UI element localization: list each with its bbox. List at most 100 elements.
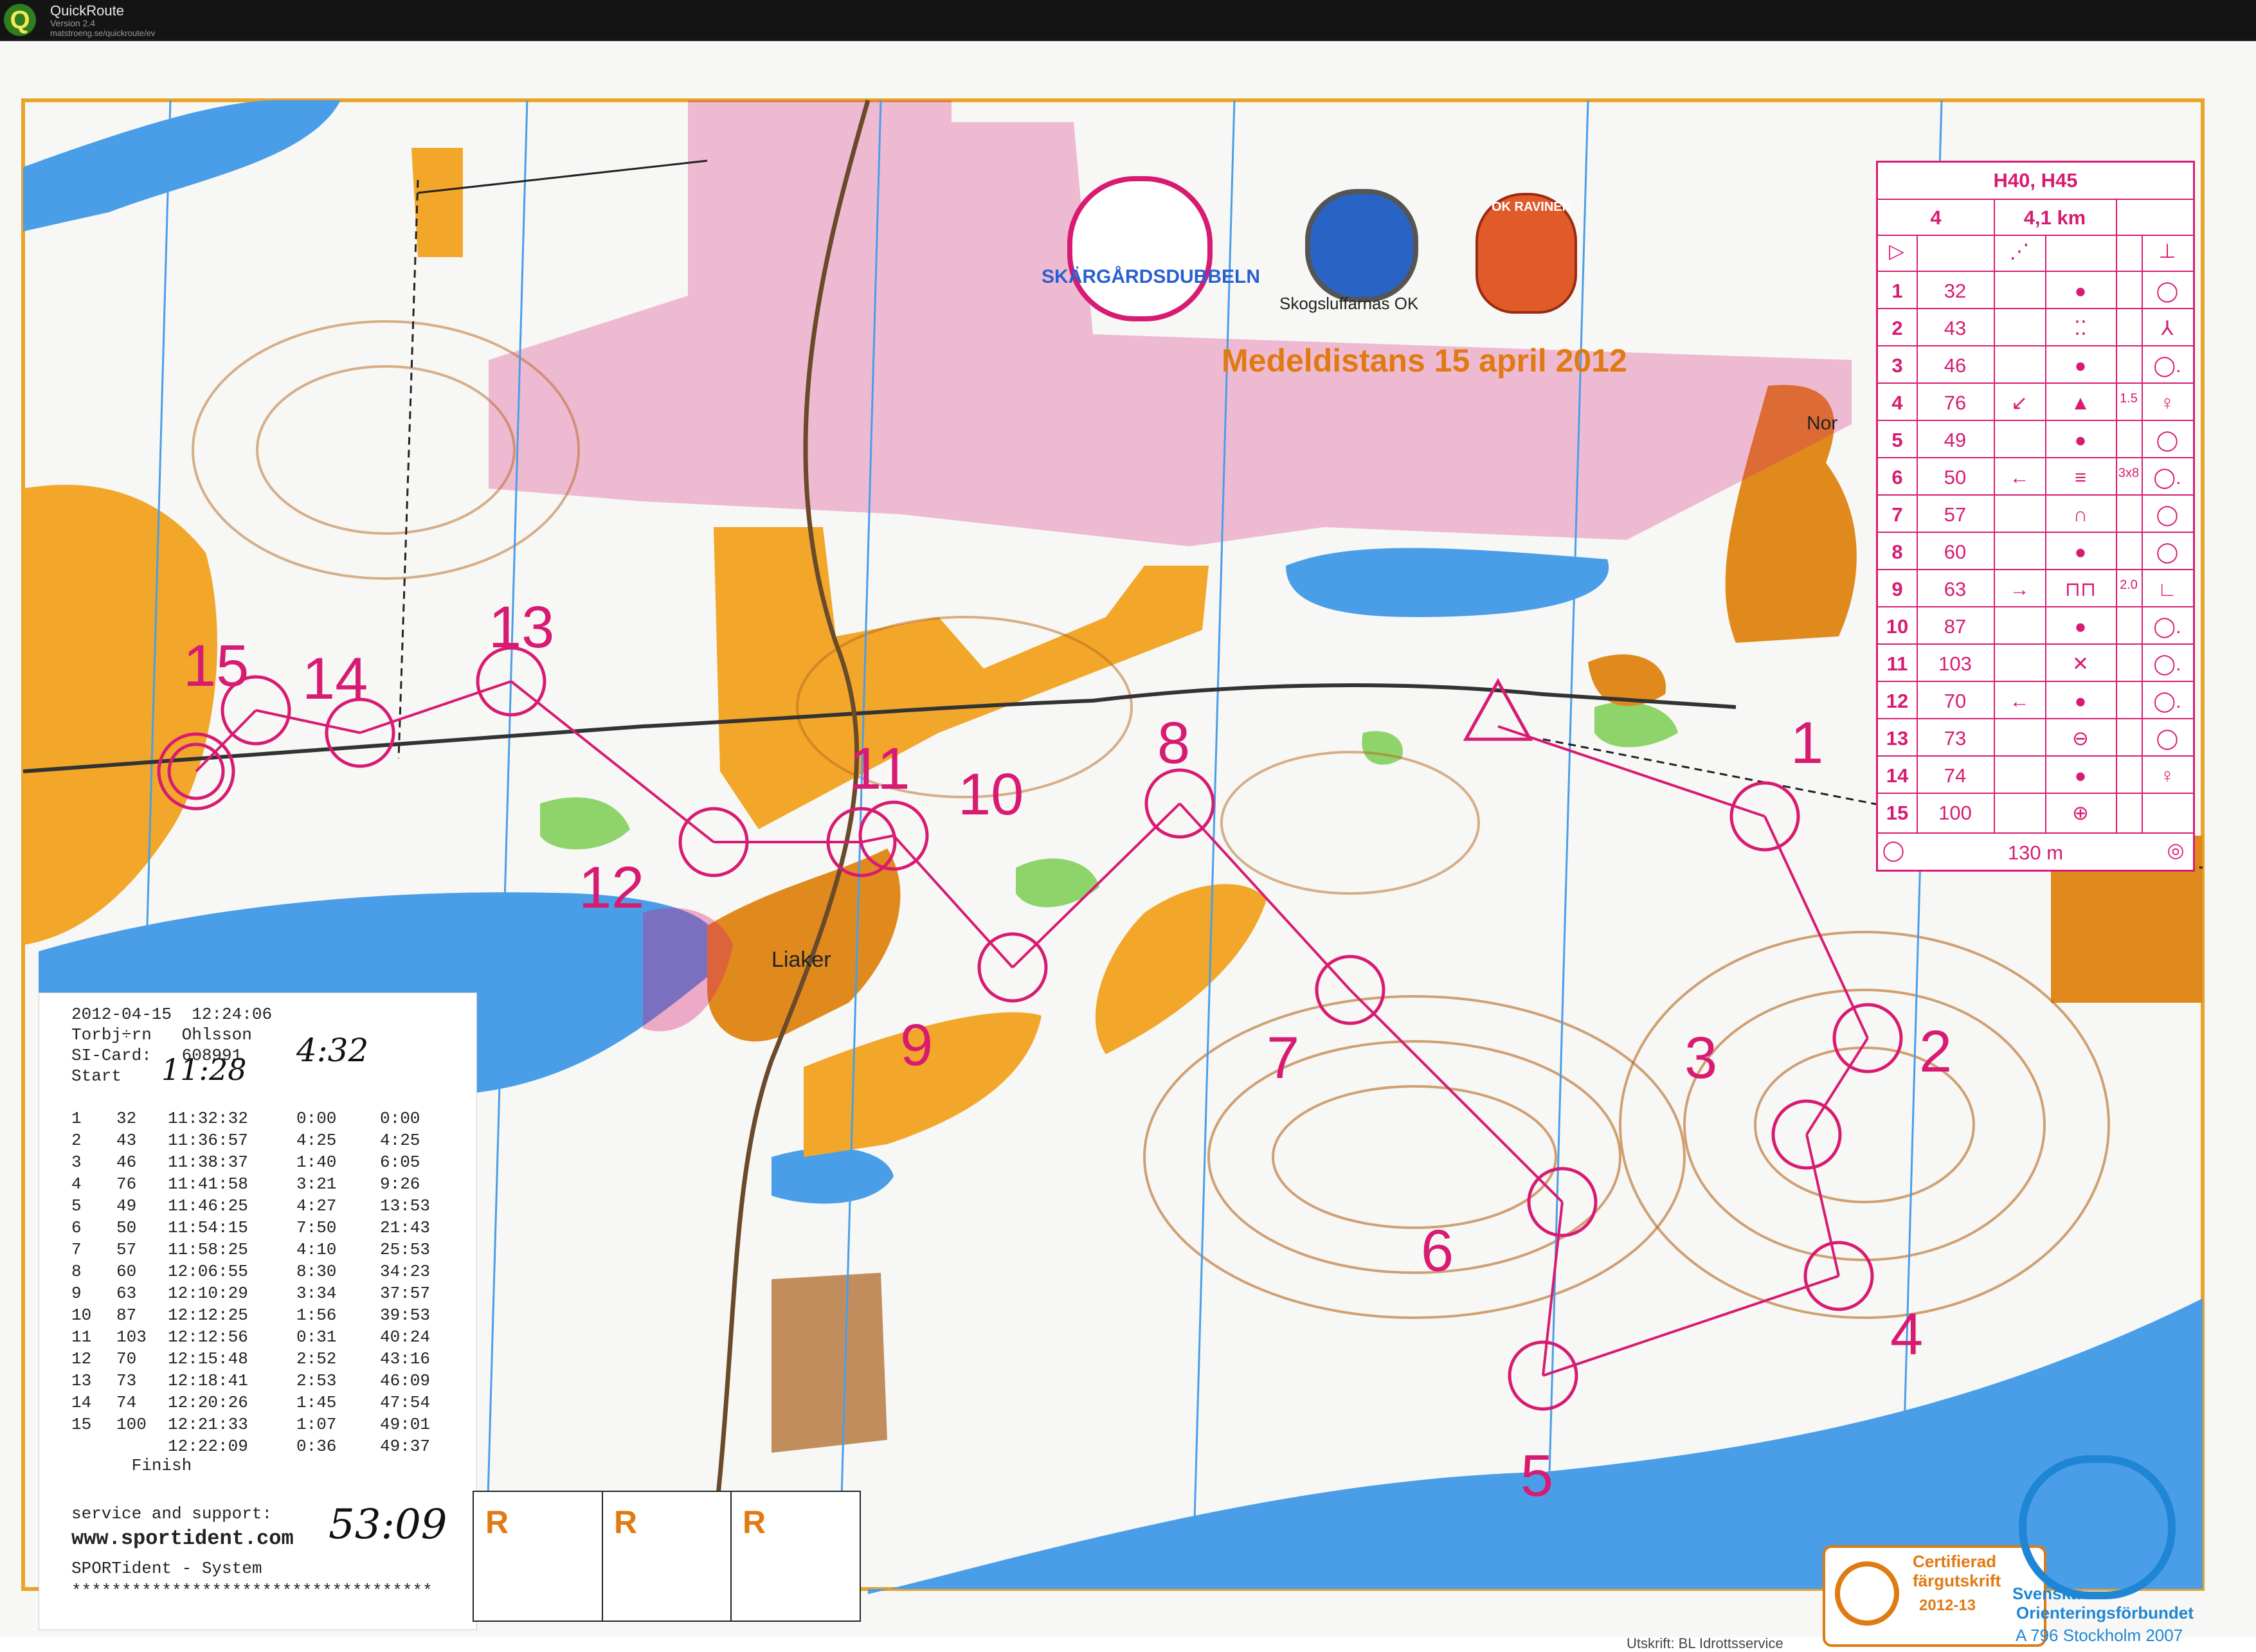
printout-split-code: 70 bbox=[116, 1349, 137, 1369]
desc-row: 12 70 ← ● ◯. bbox=[1878, 681, 2193, 719]
control-number-15: 15 bbox=[183, 633, 249, 699]
control-number-11: 11 bbox=[849, 736, 910, 802]
place-name-liaker: Liaker bbox=[772, 947, 831, 972]
printout-split-time: 12:12:56 bbox=[168, 1327, 248, 1347]
desc-feature-icon: ● bbox=[2074, 615, 2087, 638]
printout-finish-cum: 49:37 bbox=[380, 1437, 431, 1456]
printout-date-time: 2012-04-15 12:24:06 bbox=[71, 1005, 273, 1024]
desc-direction-icon: ← bbox=[2009, 466, 2030, 489]
printout-split-number: 2 bbox=[71, 1131, 82, 1150]
desc-control-number: 9 bbox=[1891, 578, 1903, 600]
desc-location-icon: ♀ bbox=[2160, 391, 2175, 414]
printout-split-cumulative: 6:05 bbox=[380, 1153, 420, 1172]
printout-split-cumulative: 34:23 bbox=[380, 1262, 431, 1281]
desc-control-code: 50 bbox=[1944, 466, 1967, 489]
desc-control-number: 11 bbox=[1886, 652, 1908, 675]
desc-dimension: 3x8 bbox=[2118, 466, 2140, 480]
desc-feature-icon: ✕ bbox=[2072, 652, 2089, 675]
desc-feature-icon: ▲ bbox=[2070, 391, 2091, 414]
sportident-printout: 2012-04-15 12:24:06 Torbj÷rn Ohlsson SI-… bbox=[39, 992, 477, 1630]
printout-split-code: 50 bbox=[116, 1218, 137, 1237]
printout-website: www.sportident.com bbox=[71, 1527, 294, 1550]
printout-split-time: 12:10:29 bbox=[168, 1284, 248, 1303]
printout-split-number: 13 bbox=[71, 1371, 92, 1390]
desc-control-number: 15 bbox=[1886, 802, 1909, 824]
desc-vline bbox=[1994, 199, 1995, 832]
app-name: QuickRoute bbox=[50, 3, 124, 19]
desc-control-number: 14 bbox=[1886, 764, 1909, 787]
printout-split-time: 11:58:25 bbox=[168, 1240, 248, 1259]
printout-split-cumulative: 13:53 bbox=[380, 1196, 431, 1216]
printout-split-code: 100 bbox=[116, 1415, 147, 1434]
desc-feature-icon: ● bbox=[2074, 354, 2087, 377]
desc-location-icon: ◯. bbox=[2153, 354, 2181, 377]
printout-split-leg: 1:07 bbox=[296, 1415, 337, 1434]
desc-vline bbox=[2142, 235, 2143, 832]
control-number-4: 4 bbox=[1890, 1302, 1924, 1367]
printout-split-leg: 7:50 bbox=[296, 1218, 337, 1237]
printout-split-number: 5 bbox=[71, 1196, 82, 1216]
title-bar: Q QuickRoute Version 2.4 matstroeng.se/q… bbox=[0, 0, 2256, 41]
desc-location-icon: ◯. bbox=[2153, 652, 2181, 675]
printout-split-number: 6 bbox=[71, 1218, 82, 1237]
printout-finish-time: 12:22:09 bbox=[168, 1437, 248, 1456]
r-box-2: R bbox=[602, 1492, 732, 1621]
desc-feature-icon: ⊓⊓ bbox=[2064, 578, 2097, 600]
desc-control-code: 87 bbox=[1944, 615, 1967, 638]
printout-split-cumulative: 21:43 bbox=[380, 1218, 431, 1237]
desc-finish-distance: 130 m bbox=[2007, 841, 2064, 864]
control-number-12: 12 bbox=[579, 855, 645, 920]
printout-split-number: 9 bbox=[71, 1284, 82, 1303]
control-number-3: 3 bbox=[1684, 1025, 1718, 1091]
desc-control-number: 10 bbox=[1886, 615, 1909, 638]
desc-control-code: 49 bbox=[1944, 429, 1967, 451]
printout-split-number: 10 bbox=[71, 1306, 92, 1325]
cert-line1: Certifierad bbox=[1913, 1552, 1997, 1571]
printout-split-number: 8 bbox=[71, 1262, 82, 1281]
printout-split-number: 7 bbox=[71, 1240, 82, 1259]
skargardsdubbeln-logo-text: SKÄRGÅRDSDUBBELN bbox=[1042, 266, 1261, 287]
control-number-1: 1 bbox=[1791, 710, 1824, 776]
desc-direction-icon: → bbox=[2009, 578, 2030, 600]
desc-row: 2 43 ⁚⁚ ⅄ bbox=[1878, 308, 2193, 346]
r-box-3: R bbox=[743, 1504, 766, 1540]
desc-control-code: 43 bbox=[1944, 317, 1967, 339]
desc-header-course-row: 4 4,1 km bbox=[1878, 199, 2193, 236]
printout-split-leg: 2:52 bbox=[296, 1349, 337, 1369]
printout-split-code: 57 bbox=[116, 1240, 137, 1259]
desc-location-icon: ∟ bbox=[2157, 578, 2178, 600]
printout-split-code: 49 bbox=[116, 1196, 137, 1216]
printout-split-leg: 3:34 bbox=[296, 1284, 337, 1303]
printout-split-code: 63 bbox=[116, 1284, 137, 1303]
control-description-sheet: H40, H45 4 4,1 km ▷ ⋰ ⊥ 1 32 ● ◯ 2 43 ⁚⁚ ⅄ 3 46 ● ◯… bbox=[1876, 161, 2195, 872]
printout-split-time: 12:12:25 bbox=[168, 1306, 248, 1325]
desc-vline bbox=[2116, 199, 2117, 832]
orienteering-map[interactable]: 1 2 3 4 5 6 7 8 9 10 11 12 13 14 15 Liak… bbox=[0, 41, 2256, 1651]
printout-split-code: 74 bbox=[116, 1393, 137, 1412]
desc-control-number: 8 bbox=[1891, 541, 1903, 563]
federation-line3: A 796 Stockholm 2007 bbox=[2016, 1626, 2183, 1645]
desc-row: 13 73 ⊖ ◯ bbox=[1878, 718, 2193, 757]
desc-feature-icon: ● bbox=[2074, 429, 2087, 451]
desc-class: H40, H45 bbox=[1993, 169, 2078, 192]
printout-split-leg: 4:10 bbox=[296, 1240, 337, 1259]
cert-line2: färgutskrift bbox=[1913, 1571, 2001, 1590]
printout-split-time: 11:38:37 bbox=[168, 1153, 248, 1172]
desc-feature-icon: ≡ bbox=[2074, 466, 2087, 489]
desc-control-number: 4 bbox=[1891, 391, 1903, 414]
desc-control-code: 60 bbox=[1944, 541, 1967, 563]
skogsluffarnas-logo-icon bbox=[1305, 189, 1418, 302]
desc-row: 10 87 ● ◯. bbox=[1878, 606, 2193, 645]
desc-dimension: 1.5 bbox=[2120, 391, 2138, 406]
ok-ravinen-logo-text: OK RAVINEN bbox=[1492, 200, 1572, 214]
desc-control-code: 46 bbox=[1944, 354, 1967, 377]
printout-split-leg: 1:45 bbox=[296, 1393, 337, 1412]
printout-split-number: 12 bbox=[71, 1349, 92, 1369]
desc-control-number: 2 bbox=[1891, 317, 1903, 339]
desc-feature-icon: ⊖ bbox=[2072, 727, 2089, 750]
printout-split-time: 11:41:58 bbox=[168, 1174, 248, 1194]
desc-location-icon: ◯. bbox=[2153, 466, 2181, 489]
desc-feature-icon: ⊕ bbox=[2072, 802, 2089, 824]
printout-split-leg: 0:00 bbox=[296, 1109, 337, 1128]
handwritten-start-time: 11:28 bbox=[161, 1052, 247, 1087]
